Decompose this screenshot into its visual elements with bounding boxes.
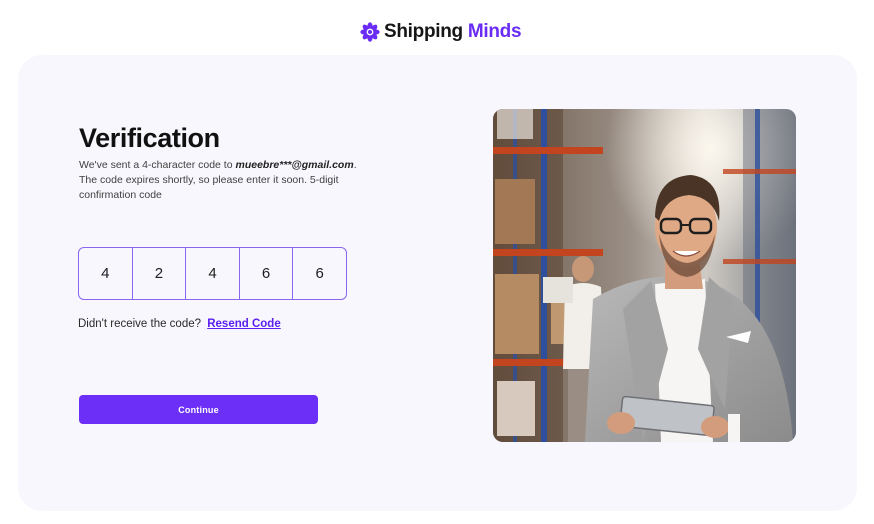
warehouse-man-with-tablet-photo bbox=[493, 109, 796, 442]
description-expiry-note: The code expires shortly, so please ente… bbox=[79, 174, 339, 201]
flower-burst-icon bbox=[360, 22, 380, 42]
continue-button[interactable]: Continue bbox=[79, 395, 318, 424]
otp-digit-2[interactable]: 2 bbox=[133, 248, 187, 299]
page-title: Verification bbox=[79, 123, 220, 153]
otp-input-group: 4 2 4 6 6 bbox=[78, 247, 347, 300]
brand-name-part1: Shipping bbox=[384, 21, 463, 42]
description-suffix: . bbox=[353, 159, 357, 171]
otp-digit-3[interactable]: 4 bbox=[186, 248, 240, 299]
brand-logo[interactable]: Shipping Minds bbox=[360, 19, 522, 45]
otp-digit-1[interactable]: 4 bbox=[79, 248, 133, 299]
masked-email: mueebre***@gmail.com bbox=[235, 159, 354, 171]
description-prefix: We've sent a 4-character code to bbox=[79, 159, 236, 171]
resend-code-link[interactable]: Resend Code bbox=[207, 318, 281, 330]
verification-description: We've sent a 4-character code to mueebre… bbox=[79, 158, 379, 203]
brand-name-part2: Minds bbox=[467, 21, 522, 42]
otp-digit-5[interactable]: 6 bbox=[293, 248, 346, 299]
resend-row: Didn't receive the code? Resend Code bbox=[78, 318, 281, 330]
resend-prompt: Didn't receive the code? bbox=[78, 318, 202, 330]
brand-name: Shipping Minds bbox=[384, 19, 522, 45]
otp-digit-4[interactable]: 6 bbox=[240, 248, 294, 299]
